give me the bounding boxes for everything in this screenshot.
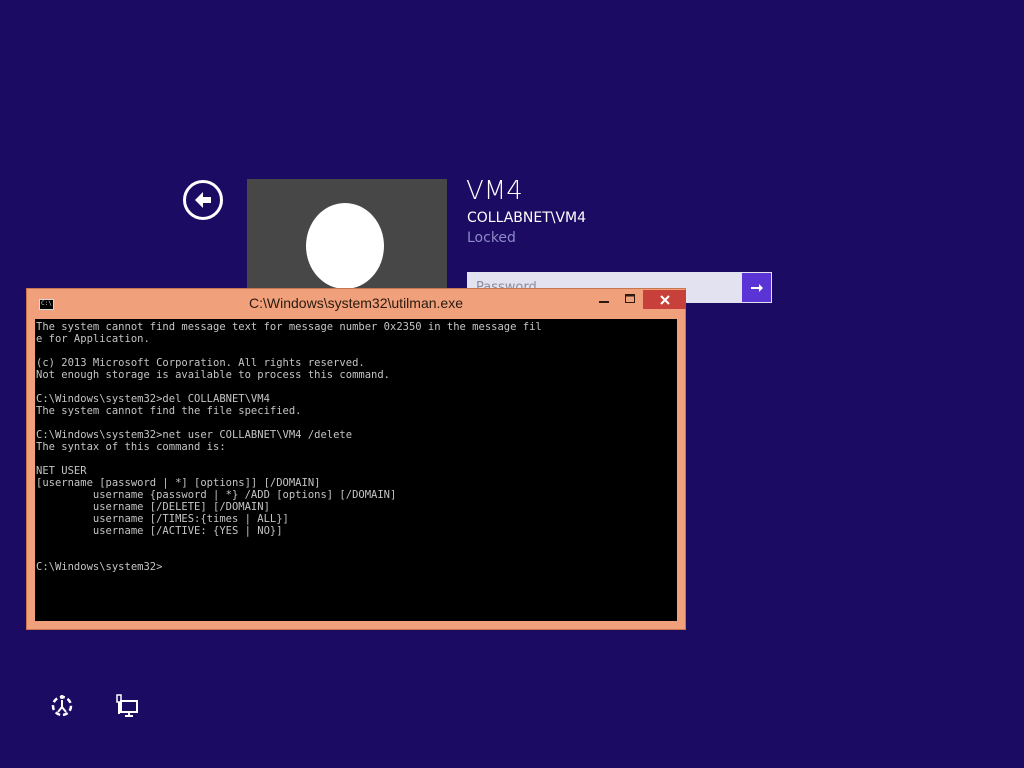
close-button[interactable]	[643, 290, 686, 309]
user-name: VM4	[466, 176, 523, 206]
ease-of-access-button[interactable]	[48, 692, 76, 720]
minimize-button[interactable]	[591, 289, 617, 309]
cmd-window[interactable]: C:\ C:\Windows\system32\utilman.exe The …	[26, 288, 686, 630]
network-button[interactable]	[114, 692, 142, 720]
back-button[interactable]	[183, 180, 223, 220]
submit-button[interactable]	[742, 273, 771, 302]
arrow-left-circle-icon	[195, 192, 211, 208]
window-title: C:\Windows\system32\utilman.exe	[249, 295, 463, 311]
close-icon	[659, 294, 670, 305]
user-status: Locked	[467, 230, 516, 246]
titlebar[interactable]: C:\ C:\Windows\system32\utilman.exe	[27, 289, 686, 319]
maximize-button[interactable]	[617, 289, 643, 309]
avatar-placeholder-head	[306, 203, 384, 289]
network-icon	[116, 694, 138, 717]
console-text: The system cannot find message text for …	[36, 321, 542, 573]
maximize-icon	[625, 294, 635, 303]
console-output[interactable]: The system cannot find message text for …	[35, 319, 677, 621]
arrow-right-icon	[750, 283, 763, 292]
user-domain-account: COLLABNET\VM4	[467, 210, 587, 226]
minimize-icon	[599, 301, 609, 303]
ease-of-access-icon	[51, 695, 73, 717]
